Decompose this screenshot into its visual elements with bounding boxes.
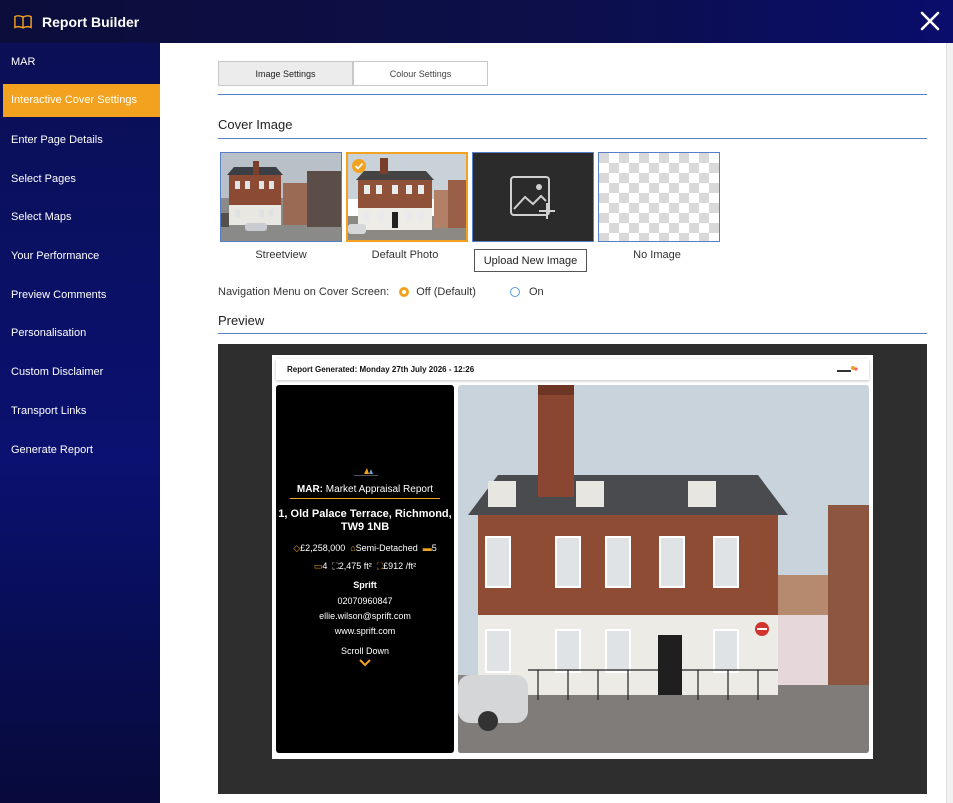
property-address: 1, Old Palace Terrace, Richmond, TW9 1NB: [276, 508, 454, 534]
tab-image-settings[interactable]: Image Settings: [218, 61, 353, 86]
radio-on-label[interactable]: On: [529, 286, 544, 298]
title-underline: [290, 498, 440, 499]
divider: [218, 333, 927, 334]
sidebar: MAR Interactive Cover Settings Enter Pag…: [0, 43, 160, 803]
report-title-text: Market Appraisal Report: [325, 484, 434, 495]
area: 2,475 ft²: [338, 561, 372, 571]
radio-on[interactable]: [509, 287, 520, 297]
report-title: MAR: Market Appraisal Report: [276, 484, 454, 495]
bedrooms: 5: [431, 543, 437, 553]
default-photo-thumbnail[interactable]: [346, 152, 468, 242]
sprift-logo: [835, 366, 859, 374]
report-generated-header: Report Generated: Monday 27th July 2026 …: [276, 359, 869, 380]
house-photo: [458, 385, 869, 753]
cover-photo: [458, 385, 869, 753]
preview-area: Report Generated: Monday 27th July 2026 …: [218, 344, 927, 794]
cover-image-heading: Cover Image: [218, 117, 293, 132]
book-icon: [14, 14, 32, 29]
navigation-menu-setting: Navigation Menu on Cover Screen: Off (De…: [218, 286, 544, 298]
property-facts-row-2: ▭4 ⛶2,475 ft² ⛶£912 /ft²: [276, 561, 454, 572]
sidebar-item-transport-links[interactable]: Transport Links: [0, 392, 160, 431]
radio-off-label[interactable]: Off (Default): [416, 286, 476, 298]
sidebar-item-select-maps[interactable]: Select Maps: [0, 198, 160, 237]
main-panel: Image Settings Colour Settings Cover Ima…: [160, 43, 946, 803]
agent-name: Sprift: [353, 580, 377, 590]
property-type: Semi-Detached: [355, 543, 418, 553]
streetview-image: [221, 153, 341, 241]
chevron-down-icon: [359, 659, 371, 667]
report-generated-text: Report Generated: Monday 27th July 2026 …: [287, 365, 475, 374]
sidebar-item-enter-page-details[interactable]: Enter Page Details: [0, 121, 160, 160]
streetview-label: Streetview: [255, 249, 307, 261]
agent-email: ellie.wilson@sprift.com: [319, 611, 411, 621]
sidebar-item-preview-comments[interactable]: Preview Comments: [0, 275, 160, 314]
upload-image-tile[interactable]: [472, 152, 594, 242]
default-photo-label: Default Photo: [371, 249, 439, 261]
sidebar-item-select-pages[interactable]: Select Pages: [0, 159, 160, 198]
default-photo-image: [348, 154, 466, 240]
report-prefix: MAR:: [296, 484, 324, 495]
navigation-menu-label: Navigation Menu on Cover Screen:: [218, 286, 390, 298]
scrollbar[interactable]: [946, 43, 953, 803]
no-image-label: No Image: [633, 249, 681, 261]
bed-icon: ▬: [422, 543, 432, 553]
property-facts-row-1: ◇£2,258,000 ⌂Semi-Detached ▬5: [276, 543, 454, 554]
sidebar-item-interactive-cover-settings[interactable]: Interactive Cover Settings: [3, 83, 160, 117]
report-preview-card: Report Generated: Monday 27th July 2026 …: [272, 355, 873, 759]
sidebar-item-generate-report[interactable]: Generate Report: [0, 430, 160, 469]
divider: [218, 138, 927, 139]
close-icon[interactable]: [919, 10, 941, 32]
preview-heading: Preview: [218, 313, 265, 328]
agent-logo: [354, 468, 378, 476]
bathrooms: 4: [322, 561, 328, 571]
price: £2,258,000: [300, 543, 346, 553]
sidebar-item-personalisation[interactable]: Personalisation: [0, 314, 160, 353]
settings-tabs: Image Settings Colour Settings: [218, 61, 488, 86]
agent-phone: 02070960847: [337, 596, 393, 606]
no-image-thumbnail[interactable]: [598, 152, 720, 242]
sidebar-item-custom-disclaimer[interactable]: Custom Disclaimer: [0, 353, 160, 392]
add-image-icon: [510, 176, 555, 219]
address-line-1: 1, Old Palace Terrace, Richmond,: [278, 508, 452, 520]
radio-off-default[interactable]: [399, 287, 410, 297]
cover-info-panel: MAR: Market Appraisal Report 1, Old Pala…: [276, 385, 454, 753]
scroll-down-label: Scroll Down: [340, 646, 389, 656]
app-title: Report Builder: [42, 13, 140, 30]
streetview-thumbnail[interactable]: [220, 152, 342, 242]
address-line-2: TW9 1NB: [340, 521, 390, 533]
divider: [218, 94, 927, 95]
sidebar-item-mar[interactable]: MAR: [0, 43, 160, 82]
transparent-checker-icon: [599, 153, 719, 241]
upload-new-image-button[interactable]: Upload New Image: [474, 249, 587, 272]
agent-website: www.sprift.com: [334, 626, 396, 636]
title-bar: Report Builder: [0, 0, 953, 43]
tab-colour-settings[interactable]: Colour Settings: [353, 61, 488, 86]
price-per-area: £912 /ft²: [383, 561, 417, 571]
sidebar-item-your-performance[interactable]: Your Performance: [0, 237, 160, 276]
